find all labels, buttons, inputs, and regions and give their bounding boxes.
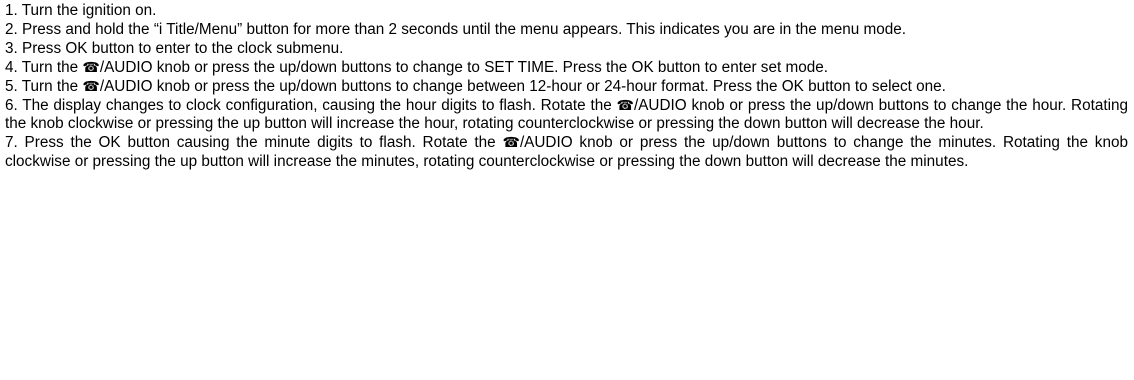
step-6: 6. The display changes to clock configur…	[5, 97, 1128, 135]
step-text: /AUDIO knob or press the up/down buttons…	[99, 58, 828, 76]
step-3: 3. Press OK button to enter to the clock…	[5, 40, 1128, 59]
step-text: 5. Turn the	[5, 77, 83, 95]
step-text: 3. Press OK button to enter to the clock…	[5, 39, 344, 57]
step-1: 1. Turn the ignition on.	[5, 2, 1128, 21]
step-4: 4. Turn the ☎/AUDIO knob or press the up…	[5, 59, 1128, 78]
step-text: 7. Press the OK button causing the minut…	[5, 134, 503, 152]
step-text: 6. The display changes to clock configur…	[5, 96, 617, 114]
step-7: 7. Press the OK button causing the minut…	[5, 134, 1128, 172]
step-2: 2. Press and hold the “i Title/Menu” but…	[5, 21, 1128, 40]
telephone-icon: ☎	[502, 135, 520, 152]
instructions-document: 1. Turn the ignition on. 2. Press and ho…	[0, 0, 1134, 380]
step-text: 2. Press and hold the “i Title/Menu” but…	[5, 20, 907, 38]
step-text: 1. Turn the ignition on.	[5, 2, 157, 19]
step-text: 4. Turn the	[5, 58, 83, 76]
telephone-icon: ☎	[82, 78, 100, 95]
telephone-icon: ☎	[616, 97, 634, 114]
telephone-icon: ☎	[82, 59, 100, 76]
step-text: /AUDIO knob or press the up/down buttons…	[99, 77, 946, 95]
step-5: 5. Turn the ☎/AUDIO knob or press the up…	[5, 78, 1128, 97]
